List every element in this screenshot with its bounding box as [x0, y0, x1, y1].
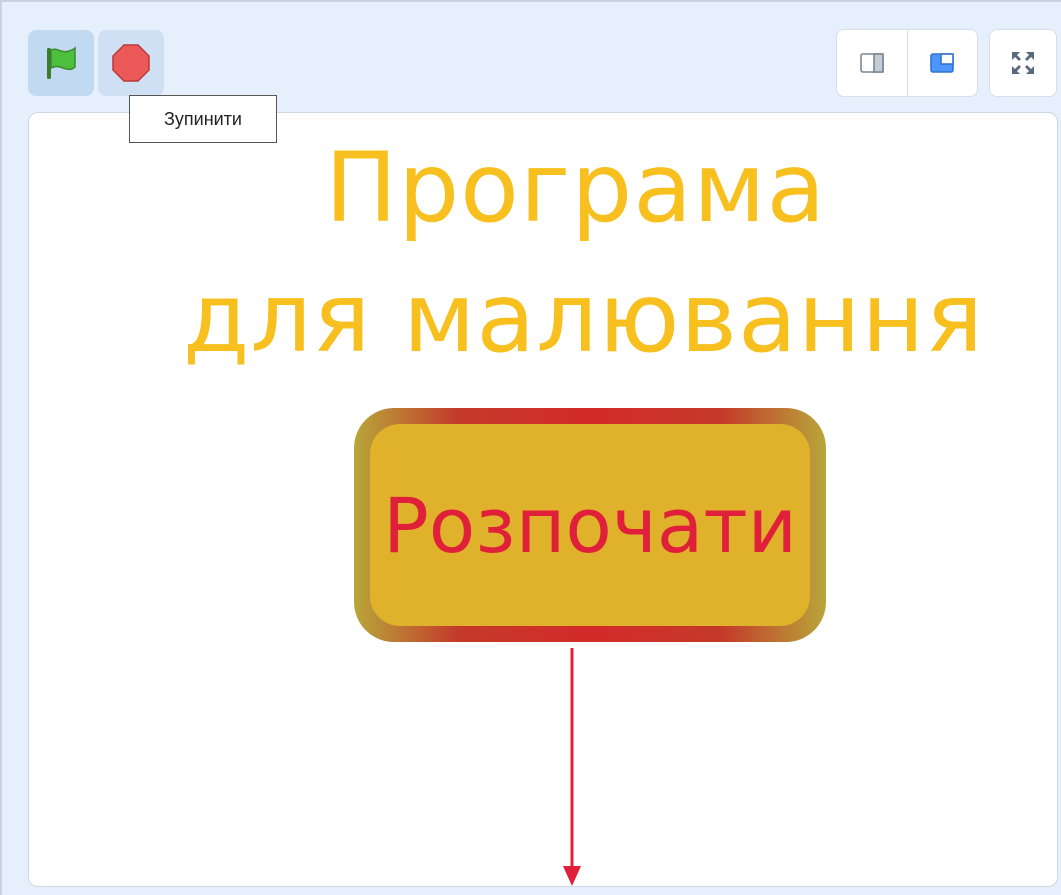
start-button-face: Розпочати [370, 424, 810, 626]
stage-window: Зупинити Програма для малювання Розпочат… [0, 0, 1061, 895]
stop-button[interactable] [98, 30, 164, 96]
green-flag-button[interactable] [28, 30, 94, 96]
small-stage-button[interactable] [837, 30, 907, 96]
normal-stage-icon [930, 53, 955, 73]
title-line-2: для малювання [183, 262, 985, 374]
stop-tooltip: Зупинити [129, 95, 277, 143]
fullscreen-icon [1012, 52, 1034, 74]
stop-sign-icon [112, 44, 150, 82]
stage-size-toggle [836, 29, 978, 97]
down-arrow-icon [563, 648, 581, 886]
normal-stage-button[interactable] [906, 30, 978, 96]
start-button-label: Розпочати [382, 480, 798, 570]
green-flag-icon [47, 46, 76, 79]
stage-canvas[interactable]: Програма для малювання Розпочати [28, 112, 1058, 887]
title-line-1: Програма [325, 132, 827, 244]
fullscreen-button[interactable] [989, 29, 1057, 97]
start-button[interactable]: Розпочати [354, 408, 826, 642]
small-stage-icon [859, 53, 884, 73]
